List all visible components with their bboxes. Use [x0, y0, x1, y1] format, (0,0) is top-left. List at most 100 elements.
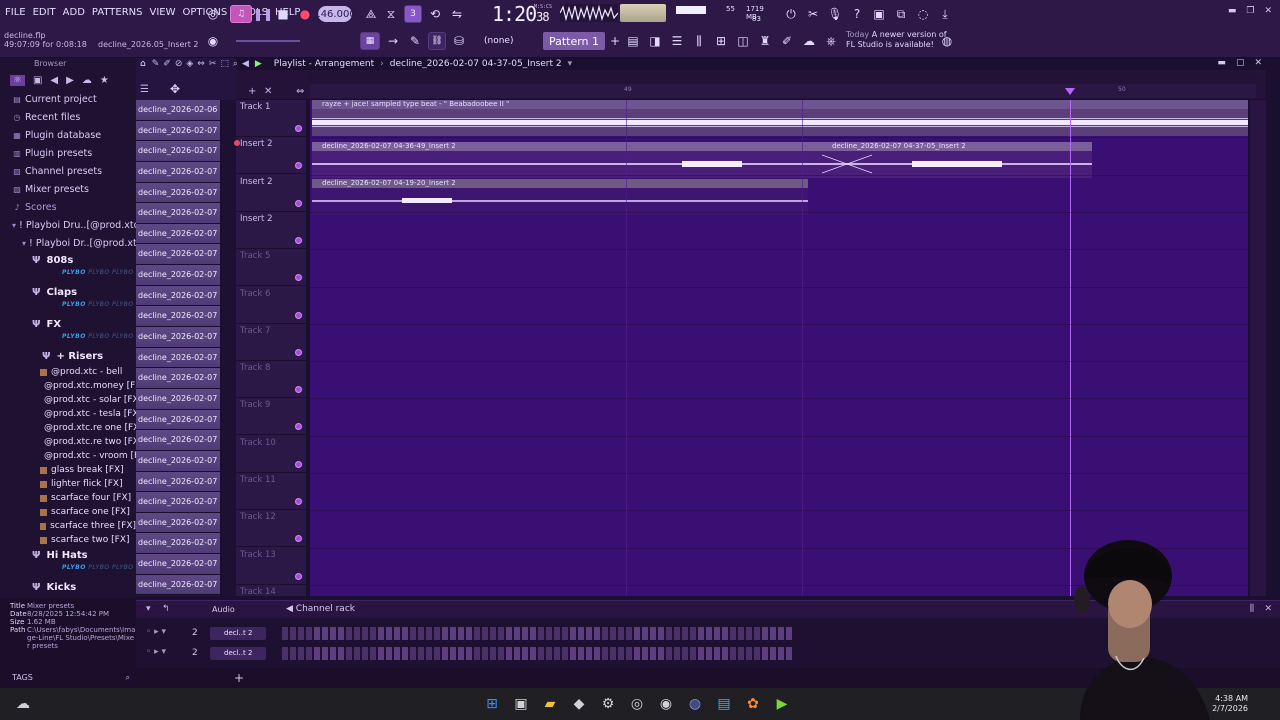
step-button[interactable] — [410, 627, 416, 640]
browser-file-icon[interactable]: ▣ — [33, 75, 42, 86]
browser-app-icon[interactable]: ◎ — [629, 696, 645, 712]
brush-icon[interactable]: ✐ — [778, 32, 796, 50]
step-button[interactable] — [786, 627, 792, 640]
step-button[interactable] — [426, 647, 432, 660]
fx-file-item[interactable]: scarface four [FX] — [40, 491, 136, 505]
track-header[interactable]: Track 12 — [236, 510, 306, 548]
folder-claps[interactable]: Ψ Claps — [12, 284, 136, 301]
rack-close-icon[interactable]: ✕ — [1264, 604, 1272, 614]
step-button[interactable] — [698, 647, 704, 660]
fx-file-item[interactable]: @prod.xtc.re two [FX] — [40, 435, 142, 449]
time-ruler[interactable]: 49 50 — [310, 84, 1256, 98]
snap-icon[interactable]: ▦ — [360, 32, 380, 50]
fx-file-item[interactable]: @prod.xtc.money [FX] — [40, 379, 145, 393]
draw-icon[interactable]: ✎ — [152, 59, 160, 69]
picker-clip-item[interactable]: decline_2026-02-07 02- — [136, 285, 220, 307]
paint-icon[interactable]: ✐ — [163, 59, 171, 69]
track-header[interactable]: Track 5 — [236, 249, 306, 287]
mixer-icon[interactable]: ⫼ — [690, 32, 708, 50]
step-button[interactable] — [386, 647, 392, 660]
step-button[interactable] — [450, 627, 456, 640]
step-button[interactable] — [538, 647, 544, 660]
step-button[interactable] — [682, 647, 688, 660]
picker-clip-item[interactable]: decline_2026-02-07 02- — [136, 223, 220, 245]
menu-patterns[interactable]: PATTERNS — [91, 6, 144, 19]
step-button[interactable] — [362, 627, 368, 640]
track-mute-button[interactable] — [295, 348, 302, 356]
step-button[interactable] — [602, 627, 608, 640]
channel-leds-icon[interactable]: ◦ ▸ ▾ — [146, 627, 166, 637]
slice-icon[interactable]: ✂ — [209, 59, 217, 69]
step-button[interactable] — [466, 647, 472, 660]
browser-all-icon[interactable]: ⚛ — [10, 74, 25, 86]
add-pattern-icon[interactable]: + — [606, 32, 624, 50]
stamp-icon[interactable]: ⛁ — [450, 32, 468, 50]
pencil-icon[interactable]: ✎ — [406, 32, 424, 50]
track-mute-button[interactable] — [295, 498, 302, 505]
browser-item-plugin-database[interactable]: ▦ Plugin database — [12, 126, 136, 144]
folder-hi-hats[interactable]: Ψ Hi Hats — [12, 547, 136, 564]
step-button[interactable] — [378, 627, 384, 640]
pattern-selector[interactable]: Pattern 1 — [543, 32, 605, 50]
tag-search-icon[interactable]: ⌕ — [126, 668, 130, 688]
step-button[interactable] — [482, 627, 488, 640]
step-button[interactable] — [306, 627, 312, 640]
step-button[interactable] — [346, 647, 352, 660]
picker-clip-item[interactable]: decline_2026-02-07 03- — [136, 409, 220, 431]
step-button[interactable] — [594, 647, 600, 660]
step-button[interactable] — [474, 647, 480, 660]
audio-clip[interactable]: decline_2026-02-07 04-37-05_Insert 2 — [822, 142, 1090, 178]
step-button[interactable] — [562, 627, 568, 640]
step-button[interactable] — [762, 647, 768, 660]
step-button[interactable] — [650, 627, 656, 640]
track-mute-button[interactable] — [295, 236, 302, 244]
step-button[interactable] — [666, 627, 672, 640]
track-header[interactable]: Insert 2 — [234, 137, 306, 175]
browser-forward-icon[interactable]: ▶ — [66, 75, 74, 86]
step-button[interactable] — [298, 647, 304, 660]
metronome-icon[interactable]: ⟁ — [362, 5, 380, 23]
fl-studio-icon[interactable]: ✿ — [745, 696, 761, 712]
step-button[interactable] — [354, 627, 360, 640]
playhead-marker[interactable] — [1065, 88, 1075, 95]
track-header[interactable]: Insert 2 — [236, 212, 306, 249]
browser-item-scores[interactable]: ♪ Scores — [12, 198, 136, 216]
picker-clip-item[interactable]: decline_2026-02-07 04- — [136, 512, 220, 534]
playlist-grid[interactable]: rayze + jace! sampled type beat - " Beab… — [310, 100, 1248, 624]
playlist-maximize-icon[interactable]: ▢ — [1236, 58, 1245, 68]
picker-clip-item[interactable]: decline_2026-02-07 04- — [136, 574, 220, 596]
step-button[interactable] — [610, 647, 616, 660]
folder-fx[interactable]: Ψ FX — [12, 316, 136, 333]
settings-icon[interactable]: ⚙ — [600, 696, 616, 712]
track-mute-button[interactable] — [295, 311, 302, 319]
rack-group-filter[interactable]: Audio — [212, 605, 235, 614]
step-button[interactable] — [458, 627, 464, 640]
picker-clip-item[interactable]: decline_2026-02-07 03- — [136, 430, 220, 451]
menu-view[interactable]: VIEW — [149, 6, 177, 19]
chrome-icon[interactable]: ◉ — [658, 696, 674, 712]
step-button[interactable] — [514, 627, 520, 640]
browser-item-playboi-pack[interactable]: ▾! Playboi Dru..[@prod.xtc] — [12, 216, 143, 234]
add-channel-icon[interactable]: + — [234, 671, 244, 685]
picker-menu-icon[interactable]: ☰ — [140, 84, 149, 95]
step-button[interactable] — [554, 627, 560, 640]
step-button[interactable] — [530, 647, 536, 660]
step-button[interactable] — [322, 627, 328, 640]
track-mute-button[interactable] — [295, 199, 302, 207]
step-button[interactable] — [498, 647, 504, 660]
add-track-icon[interactable]: + — [248, 86, 256, 97]
browser-item-recent-files[interactable]: ◷ Recent files — [12, 108, 136, 126]
song-mode-toggle[interactable]: ♫ — [230, 5, 252, 23]
step-button[interactable] — [786, 647, 792, 660]
step-button[interactable] — [386, 627, 392, 640]
menu-add[interactable]: ADD — [62, 6, 86, 19]
track-mute-button[interactable] — [295, 125, 302, 132]
track-header[interactable]: Track 10 — [236, 436, 306, 473]
step-button[interactable] — [482, 647, 488, 660]
track-mute-button[interactable] — [295, 162, 302, 170]
step-button[interactable] — [658, 627, 664, 640]
step-button[interactable] — [618, 647, 624, 660]
step-button[interactable] — [410, 647, 416, 660]
picker-scrollbar[interactable] — [222, 100, 236, 596]
folder-kicks[interactable]: Ψ Kicks — [12, 579, 136, 596]
